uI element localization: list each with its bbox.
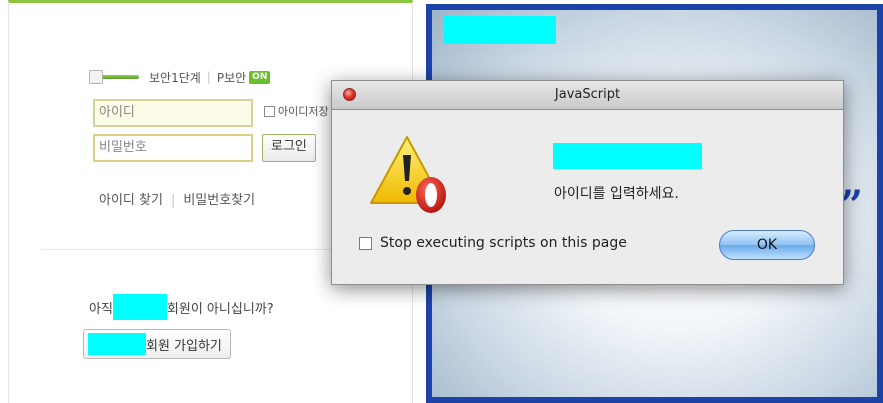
security-row: 보안1단계 | P보안 ON bbox=[89, 69, 271, 86]
redacted-dialog-text bbox=[553, 143, 702, 169]
signup-label: 회원 가입하기 bbox=[146, 338, 222, 354]
stop-scripts-label: Stop executing scripts on this page bbox=[380, 235, 627, 251]
find-password-link[interactable]: 비밀번호찾기 bbox=[183, 193, 255, 208]
javascript-alert-dialog: JavaScript 아이디를 입력하세요. Stop executing sc… bbox=[331, 80, 844, 285]
warning-icon bbox=[370, 136, 446, 213]
security-level-slider[interactable] bbox=[89, 70, 141, 84]
security-level-label: 보안1단계 bbox=[149, 70, 201, 85]
separator: | bbox=[170, 193, 176, 208]
stop-scripts-option[interactable]: Stop executing scripts on this page bbox=[359, 235, 627, 251]
redacted-banner-title bbox=[444, 16, 556, 44]
id-input[interactable]: 아이디 bbox=[93, 99, 253, 127]
login-button[interactable]: 로그인 bbox=[262, 134, 316, 162]
not-member-prefix: 아직 bbox=[89, 301, 113, 317]
dialog-message: 아이디를 입력하세요. bbox=[554, 186, 679, 202]
on-badge[interactable]: ON bbox=[249, 70, 271, 84]
find-links: 아이디 찾기 | 비밀번호찾기 bbox=[99, 189, 255, 208]
signup-button[interactable]: 회원 가입하기 bbox=[83, 329, 231, 359]
password-input[interactable]: 비밀번호 bbox=[93, 134, 253, 162]
redacted-site-name bbox=[88, 333, 146, 355]
redacted-site-name bbox=[112, 294, 167, 320]
dialog-title: JavaScript bbox=[554, 87, 621, 102]
dialog-titlebar[interactable]: JavaScript bbox=[332, 81, 843, 110]
save-id-label: 아이디저장 bbox=[278, 105, 329, 118]
not-member-text: 아직 회원이 아니십니까? bbox=[89, 294, 274, 320]
slider-knob[interactable] bbox=[89, 70, 103, 84]
stop-scripts-checkbox[interactable] bbox=[359, 236, 372, 250]
save-id-checkbox[interactable] bbox=[264, 105, 275, 117]
not-member-suffix: 회원이 아니십니까? bbox=[166, 301, 274, 317]
ok-button[interactable]: OK bbox=[719, 230, 815, 260]
separator: | bbox=[206, 70, 211, 84]
find-id-link[interactable]: 아이디 찾기 bbox=[99, 193, 163, 208]
p-security-label[interactable]: P보안 bbox=[217, 69, 246, 86]
